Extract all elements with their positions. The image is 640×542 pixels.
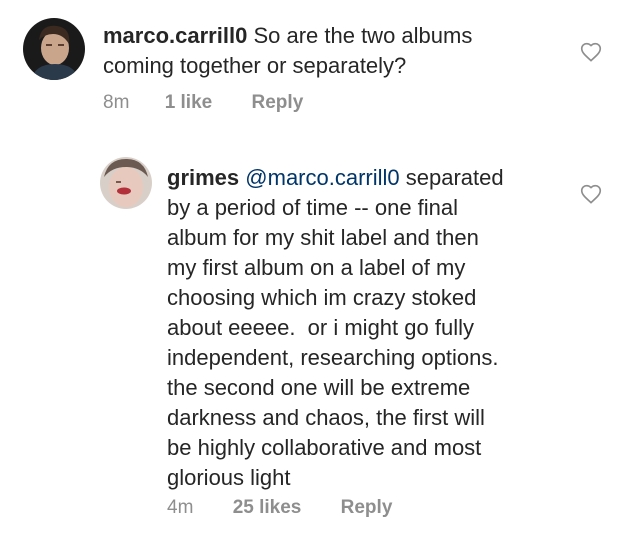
reply-button[interactable]: Reply xyxy=(252,92,304,114)
comment-text-line: darkness and chaos, the first will xyxy=(167,405,485,430)
username[interactable]: grimes xyxy=(167,165,239,190)
avatar[interactable] xyxy=(23,18,85,80)
comment-meta: 4m 25 likes Reply xyxy=(167,497,392,519)
heart-outline-icon[interactable] xyxy=(580,42,602,62)
comment-text: marco.carrill0 So are the two albums com… xyxy=(103,21,543,81)
comment-text: grimes @marco.carrill0 separated by a pe… xyxy=(167,163,587,493)
username[interactable]: marco.carrill0 xyxy=(103,23,247,48)
likes-count[interactable]: 1 like xyxy=(165,92,213,114)
mention-link[interactable]: @marco.carrill0 xyxy=(245,165,399,190)
avatar[interactable] xyxy=(100,157,152,209)
comment-text-line: separated xyxy=(405,165,504,190)
comment-text-line: the second one will be extreme xyxy=(167,375,471,400)
comment-text-line: glorious light xyxy=(167,465,291,490)
likes-count[interactable]: 25 likes xyxy=(233,497,302,519)
heart-outline-icon[interactable] xyxy=(580,184,602,204)
reply-button[interactable]: Reply xyxy=(341,497,393,519)
comment-text-line: about eeeee. or i might go fully xyxy=(167,315,474,340)
comment-line-1: grimes @marco.carrill0 separated xyxy=(167,163,587,193)
comment-text-line: choosing which im crazy stoked xyxy=(167,285,477,310)
comment-text-line: album for my shit label and then xyxy=(167,225,479,250)
timestamp: 4m xyxy=(167,497,194,518)
timestamp: 8m xyxy=(103,92,130,113)
comment-meta: 8m 1 like Reply xyxy=(103,92,303,114)
comment-text-line: by a period of time -- one final xyxy=(167,195,459,220)
comment-text-line: be highly collaborative and most xyxy=(167,435,482,460)
comment-text-line: my first album on a label of my xyxy=(167,255,466,280)
comment-text-line: independent, researching options. xyxy=(167,345,499,370)
